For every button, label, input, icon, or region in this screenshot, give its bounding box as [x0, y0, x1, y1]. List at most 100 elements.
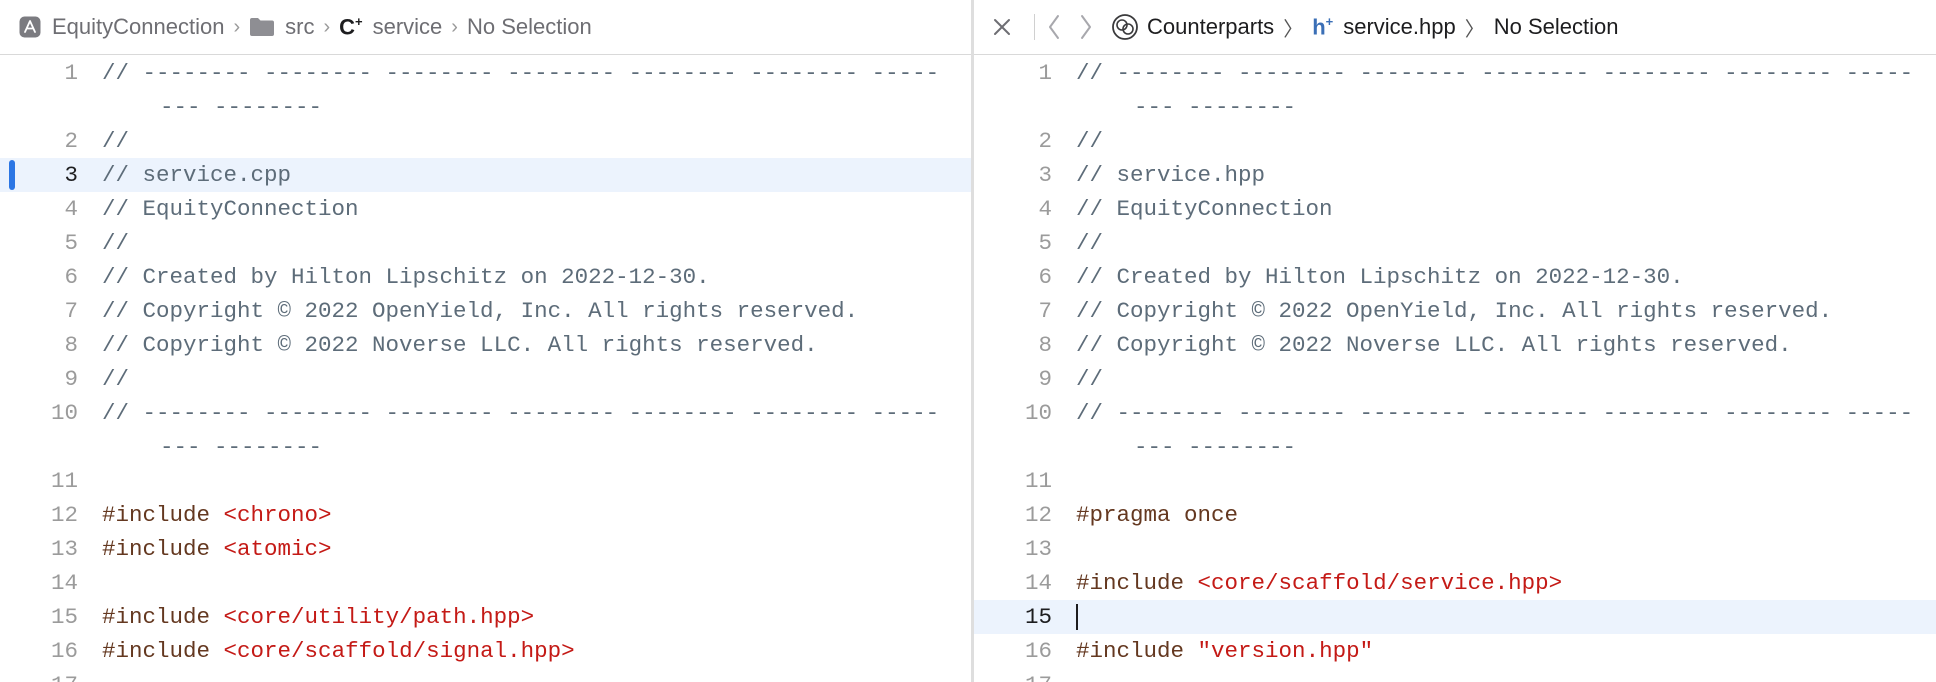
- code-line[interactable]: 3 // service.hpp: [974, 158, 1936, 192]
- code-text: // Created by Hilton Lipschitz on 2022-1…: [102, 260, 971, 294]
- code-line[interactable]: 8 // Copyright © 2022 Noverse LLC. All ri…: [974, 328, 1936, 362]
- code-text: #include <core/scaffold/service.hpp>: [1076, 566, 1936, 600]
- code-line[interactable]: 2 //: [0, 124, 971, 158]
- preprocessor-directive: #include: [1076, 638, 1185, 664]
- chevron-right-icon: ›: [323, 15, 331, 38]
- right-source-editor[interactable]: 1 // -------- -------- -------- -------- …: [974, 56, 1936, 682]
- breadcrumb-file-label: service.hpp: [1343, 13, 1456, 39]
- code-line[interactable]: 11: [0, 464, 971, 498]
- code-text: // -------- -------- -------- -------- -…: [1076, 396, 1936, 464]
- line-number: 2: [64, 128, 78, 154]
- code-line[interactable]: 12 #pragma once: [974, 498, 1936, 532]
- left-source-editor[interactable]: 1 // -------- -------- -------- -------- …: [0, 56, 971, 682]
- chevron-right-icon[interactable]: [1079, 14, 1093, 40]
- line-number: 13: [1024, 536, 1052, 562]
- folder-icon: [249, 16, 275, 38]
- comment-text: // EquityConnection: [102, 196, 359, 222]
- code-line[interactable]: 16 #include <core/scaffold/signal.hpp>: [0, 634, 971, 668]
- code-line[interactable]: 17: [0, 668, 971, 682]
- line-number: 11: [1024, 468, 1052, 494]
- comment-text: // Created by Hilton Lipschitz on 2022-1…: [1076, 264, 1684, 290]
- breadcrumb-file[interactable]: h+ service.hpp: [1312, 14, 1456, 40]
- toolbar-separator: [1034, 14, 1035, 40]
- include-path: "version.hpp": [1197, 638, 1374, 664]
- code-line[interactable]: 14 #include <core/scaffold/service.hpp>: [974, 566, 1936, 600]
- preprocessor-directive: #include: [102, 604, 211, 630]
- include-path: <core/utility/path.hpp>: [223, 604, 535, 630]
- chevron-left-icon[interactable]: [1047, 14, 1061, 40]
- code-line[interactable]: 3 // service.cpp: [0, 158, 971, 192]
- code-line[interactable]: 9 //: [0, 362, 971, 396]
- code-text: // Copyright © 2022 Noverse LLC. All rig…: [102, 328, 971, 362]
- code-line[interactable]: 6 // Created by Hilton Lipschitz on 2022-…: [0, 260, 971, 294]
- breadcrumb-file[interactable]: C+ service: [339, 14, 442, 40]
- breadcrumb-folder[interactable]: src: [249, 14, 314, 40]
- code-line[interactable]: 10 // -------- -------- -------- --------…: [0, 396, 971, 464]
- breadcrumb-selection[interactable]: No Selection: [1494, 14, 1619, 40]
- cpp-file-icon-letter: C: [339, 14, 356, 40]
- code-line[interactable]: 13: [974, 532, 1936, 566]
- change-marker[interactable]: [9, 160, 15, 190]
- comment-text: // -------- -------- -------- -------- -…: [102, 400, 940, 460]
- code-line[interactable]: 1 // -------- -------- -------- -------- …: [974, 56, 1936, 124]
- code-line[interactable]: 12 #include <chrono>: [0, 498, 971, 532]
- right-editor-pane: Counterparts 〉 h+ service.hpp 〉 No Selec…: [974, 0, 1936, 682]
- header-file-icon: h+: [1312, 14, 1333, 40]
- comment-text: // service.hpp: [1076, 162, 1266, 188]
- code-line[interactable]: 7 // Copyright © 2022 OpenYield, Inc. All…: [0, 294, 971, 328]
- code-text: // EquityConnection: [102, 192, 971, 226]
- code-line[interactable]: 6 // Created by Hilton Lipschitz on 2022-…: [974, 260, 1936, 294]
- line-number: 9: [1038, 366, 1052, 392]
- breadcrumb-selection[interactable]: No Selection: [467, 14, 592, 40]
- code-line[interactable]: 4 // EquityConnection: [0, 192, 971, 226]
- preprocessor-directive: #include: [102, 638, 211, 664]
- code-line[interactable]: 2 //: [974, 124, 1936, 158]
- code-text: // Copyright © 2022 OpenYield, Inc. All …: [102, 294, 971, 328]
- code-text: // service.hpp: [1076, 158, 1936, 192]
- breadcrumb-selection-label: No Selection: [466, 14, 592, 39]
- line-number: 6: [1038, 264, 1052, 290]
- chevron-right-icon: 〉: [1464, 18, 1485, 41]
- breadcrumb-related[interactable]: Counterparts: [1111, 13, 1274, 41]
- close-icon[interactable]: [992, 17, 1012, 37]
- code-line[interactable]: 7 // Copyright © 2022 OpenYield, Inc. All…: [974, 294, 1936, 328]
- line-number: 7: [64, 298, 78, 324]
- code-text: //: [102, 124, 971, 158]
- line-number: 10: [1024, 400, 1052, 426]
- include-path: <chrono>: [223, 502, 332, 528]
- line-number: 12: [50, 502, 78, 528]
- code-line[interactable]: 17: [974, 668, 1936, 682]
- code-line[interactable]: 10 // -------- -------- -------- --------…: [974, 396, 1936, 464]
- preprocessor-directive: #include: [102, 502, 211, 528]
- code-line[interactable]: 14: [0, 566, 971, 600]
- breadcrumb-folder-label: src: [285, 14, 315, 39]
- code-line[interactable]: 11: [974, 464, 1936, 498]
- code-line[interactable]: 16 #include "version.hpp": [974, 634, 1936, 668]
- preprocessor-directive: #include: [1076, 570, 1185, 596]
- code-line[interactable]: 15: [974, 600, 1936, 634]
- breadcrumb-related-label: Counterparts: [1147, 14, 1275, 39]
- code-line[interactable]: 1 // -------- -------- -------- -------- …: [0, 56, 971, 124]
- line-number: 8: [64, 332, 78, 358]
- code-text: // -------- -------- -------- -------- -…: [102, 396, 971, 464]
- code-text: #include <atomic>: [102, 532, 971, 566]
- code-line[interactable]: 5 //: [974, 226, 1936, 260]
- code-text: //: [1076, 362, 1936, 396]
- code-line[interactable]: 5 //: [0, 226, 971, 260]
- line-number: 7: [1038, 298, 1052, 324]
- code-text: // -------- -------- -------- -------- -…: [102, 56, 971, 124]
- breadcrumb-project[interactable]: EquityConnection: [18, 14, 224, 40]
- line-number: 1: [1038, 60, 1052, 86]
- code-line[interactable]: 8 // Copyright © 2022 Noverse LLC. All ri…: [0, 328, 971, 362]
- comment-text: //: [102, 128, 130, 154]
- code-text: //: [1076, 124, 1936, 158]
- code-line[interactable]: 4 // EquityConnection: [974, 192, 1936, 226]
- include-path: <atomic>: [223, 536, 332, 562]
- breadcrumb-file-label: service: [372, 13, 443, 39]
- code-line[interactable]: 15 #include <core/utility/path.hpp>: [0, 600, 971, 634]
- code-text: //: [1076, 226, 1936, 260]
- line-number: 16: [50, 638, 78, 664]
- comment-text: //: [1076, 128, 1104, 154]
- code-line[interactable]: 13 #include <atomic>: [0, 532, 971, 566]
- code-line[interactable]: 9 //: [974, 362, 1936, 396]
